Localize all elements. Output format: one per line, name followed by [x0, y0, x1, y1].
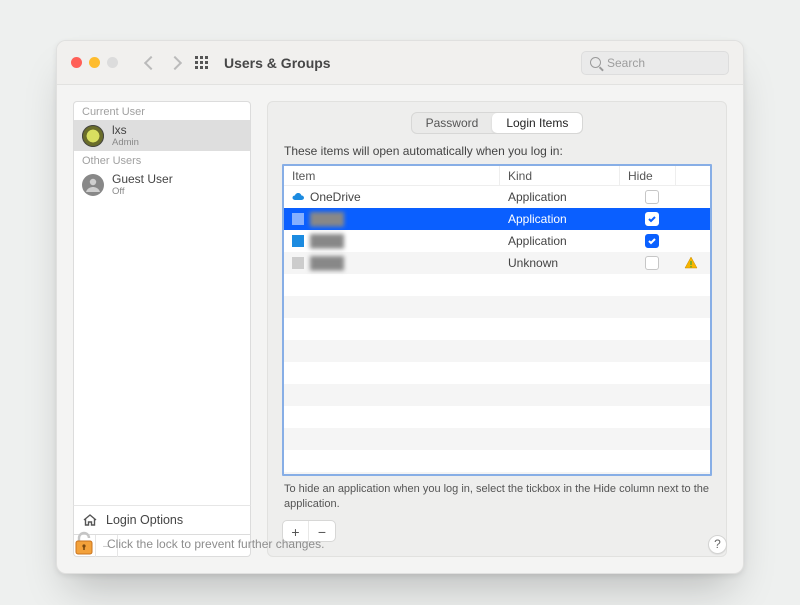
hide-checkbox[interactable]	[645, 212, 659, 226]
tab-login-items[interactable]: Login Items	[492, 113, 582, 133]
show-all-icon[interactable]	[194, 55, 210, 71]
user-list: Current User lxs Admin Other Users Guest…	[73, 101, 251, 505]
window-title: Users & Groups	[224, 55, 331, 71]
warning-icon	[684, 256, 698, 270]
users-sidebar: Current User lxs Admin Other Users Guest…	[73, 101, 251, 557]
item-kind: Application	[500, 234, 620, 248]
nav-arrows	[146, 58, 180, 68]
content: Current User lxs Admin Other Users Guest…	[57, 85, 743, 573]
tab-password[interactable]: Password	[412, 113, 493, 133]
hide-hint-text: To hide an application when you log in, …	[284, 482, 710, 512]
close-window-button[interactable]	[71, 57, 82, 68]
table-row[interactable]: ████ Application	[284, 230, 710, 252]
app-icon	[292, 213, 304, 225]
search-placeholder: Search	[607, 56, 645, 70]
footer: Click the lock to prevent further change…	[73, 531, 727, 557]
avatar	[82, 174, 104, 196]
user-role-label: Admin	[112, 137, 139, 148]
user-name-label: Guest User	[112, 172, 173, 186]
item-kind: Unknown	[500, 256, 620, 270]
preferences-window: Users & Groups Search Current User lxs A…	[56, 40, 744, 574]
hide-checkbox[interactable]	[645, 256, 659, 270]
onedrive-icon	[292, 191, 304, 203]
table-row[interactable]: ████ Application	[284, 208, 710, 230]
toolbar: Users & Groups Search	[57, 41, 743, 85]
app-icon	[292, 235, 304, 247]
help-button[interactable]: ?	[708, 535, 727, 554]
home-icon	[82, 512, 98, 528]
app-icon	[292, 257, 304, 269]
login-items-table: Item Kind Hide OneDrive Application ████…	[282, 164, 712, 476]
zoom-window-button[interactable]	[107, 57, 118, 68]
avatar	[82, 125, 104, 147]
lock-text: Click the lock to prevent further change…	[107, 537, 324, 551]
window-controls	[71, 57, 118, 68]
item-kind: Application	[500, 190, 620, 204]
main-pane: Password Login Items These items will op…	[267, 101, 727, 557]
item-name: ████	[310, 256, 344, 270]
sidebar-section-current: Current User	[74, 102, 250, 120]
search-icon	[590, 57, 601, 68]
tab-segmented-control: Password Login Items	[411, 112, 584, 134]
table-row[interactable]: ████ Unknown	[284, 252, 710, 274]
table-header: Item Kind Hide	[284, 166, 710, 186]
table-row[interactable]: OneDrive Application	[284, 186, 710, 208]
user-role-label: Off	[112, 186, 173, 197]
hide-checkbox[interactable]	[645, 234, 659, 248]
hide-checkbox[interactable]	[645, 190, 659, 204]
search-input[interactable]: Search	[581, 51, 729, 75]
user-name-label: lxs	[112, 123, 139, 137]
login-options-label: Login Options	[106, 513, 183, 527]
lock-icon[interactable]	[73, 531, 95, 557]
col-hide[interactable]: Hide	[620, 166, 676, 185]
minimize-window-button[interactable]	[89, 57, 100, 68]
back-button[interactable]	[144, 55, 158, 69]
sidebar-user-guest[interactable]: Guest User Off	[74, 169, 250, 200]
forward-button[interactable]	[168, 55, 182, 69]
item-kind: Application	[500, 212, 620, 226]
item-name: ████	[310, 234, 344, 248]
sidebar-section-other: Other Users	[74, 151, 250, 169]
login-items-subtitle: These items will open automatically when…	[284, 144, 710, 158]
col-extra	[676, 166, 710, 185]
item-name: ████	[310, 212, 344, 226]
col-item[interactable]: Item	[284, 166, 500, 185]
table-empty-area	[284, 274, 710, 474]
item-name: OneDrive	[310, 190, 361, 204]
col-kind[interactable]: Kind	[500, 166, 620, 185]
sidebar-user-lxs[interactable]: lxs Admin	[74, 120, 250, 151]
